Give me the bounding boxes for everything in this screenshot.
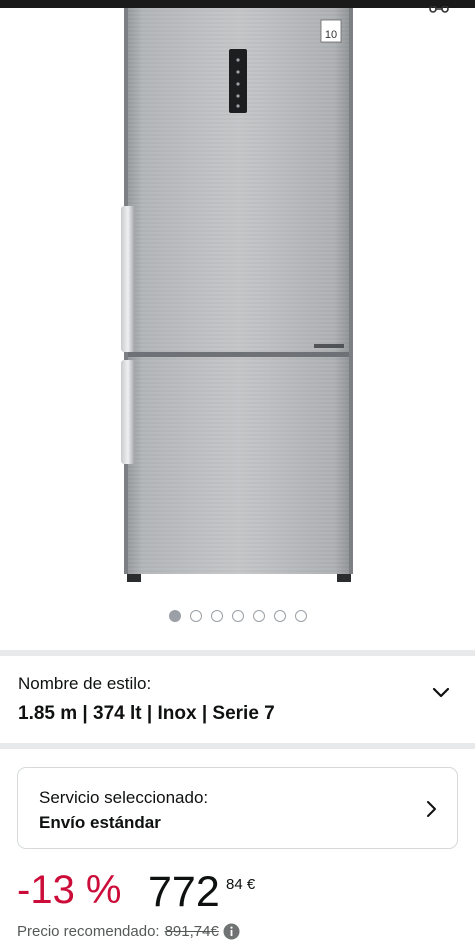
info-icon[interactable] — [223, 923, 240, 940]
recommended-price: Precio recomendado: 891,74€ — [17, 923, 240, 940]
delivery-service-card[interactable]: Servicio seleccionado: Envío estándar — [17, 767, 458, 849]
carousel-dot-7[interactable] — [294, 610, 307, 622]
price-block: -13 % 772 84 € — [17, 866, 457, 916]
style-value: 1.85 m | 374 lt | Inox | Serie 7 — [18, 703, 275, 724]
carousel-dot-5[interactable] — [252, 610, 265, 622]
section-divider — [0, 650, 475, 656]
carousel-dot-4[interactable] — [231, 610, 244, 622]
image-carousel-indicator — [0, 610, 475, 622]
style-label: Nombre de estilo: — [18, 674, 152, 693]
chevron-right-icon[interactable] — [425, 800, 437, 818]
carousel-dot-1[interactable] — [168, 610, 181, 622]
carousel-dot-2[interactable] — [189, 610, 202, 622]
energy-badge: 10 — [325, 29, 337, 41]
carousel-dot-6[interactable] — [273, 610, 286, 622]
service-label: Servicio seleccionado: — [39, 788, 209, 807]
product-image[interactable]: 10 — [0, 0, 475, 600]
service-value: Envío estándar — [39, 813, 161, 832]
discount-percentage: -13 % — [17, 868, 122, 912]
rrp-value: 891,74€ — [164, 923, 219, 940]
section-divider — [0, 743, 475, 749]
style-selector[interactable]: Nombre de estilo: 1.85 m | 374 lt | Inox… — [0, 658, 475, 744]
chevron-down-icon[interactable] — [432, 684, 450, 702]
price-whole: 772 — [148, 868, 220, 916]
carousel-dot-3[interactable] — [210, 610, 223, 622]
rrp-label: Precio recomendado: — [17, 923, 160, 940]
price-fraction: 84 € — [226, 876, 256, 893]
